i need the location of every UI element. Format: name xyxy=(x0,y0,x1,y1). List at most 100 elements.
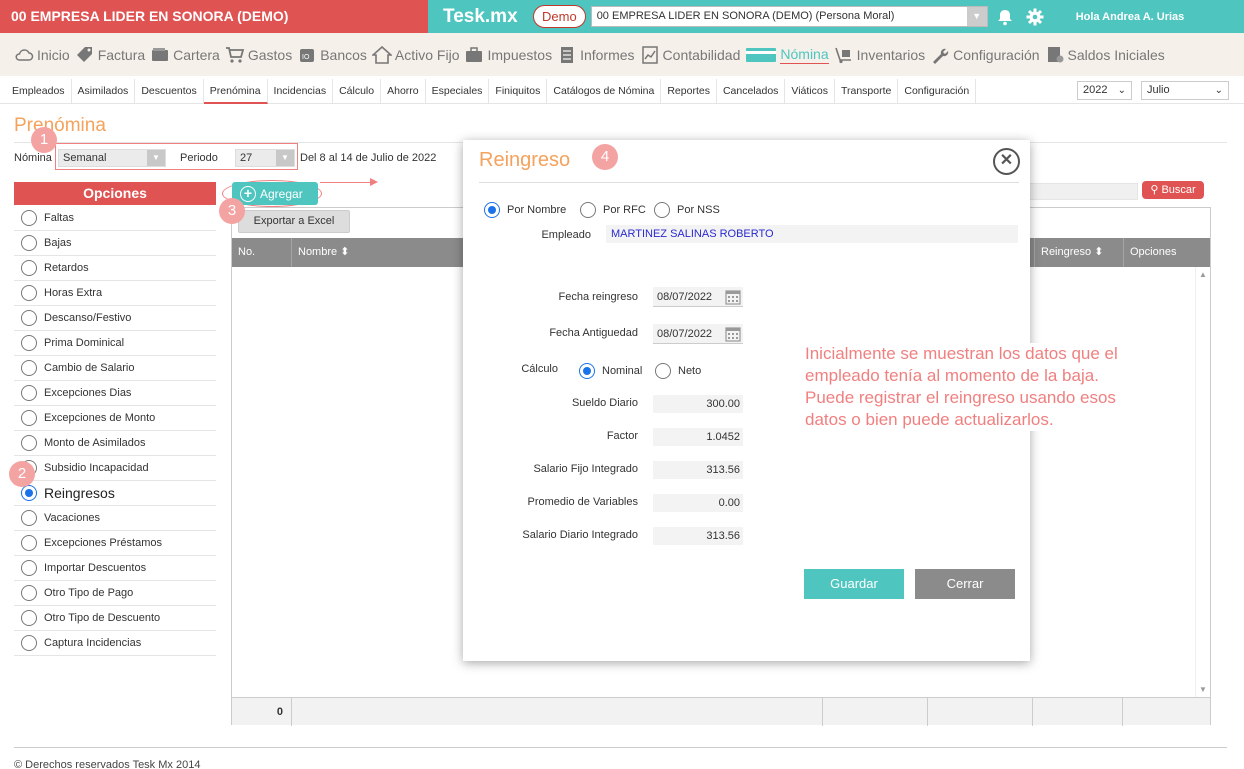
tab-viaticos[interactable]: Viáticos xyxy=(785,78,835,104)
calculo-neto[interactable]: Neto xyxy=(655,363,701,379)
menu-cartera[interactable]: Cartera xyxy=(150,40,220,70)
option-item[interactable]: Retardos xyxy=(14,256,216,281)
option-item[interactable]: Horas Extra xyxy=(14,281,216,306)
option-item[interactable]: Reingresos xyxy=(14,481,216,506)
option-item[interactable]: Subsidio Incapacidad xyxy=(14,456,216,481)
column-nombre[interactable]: Nombre ⬍ xyxy=(292,238,464,267)
radio[interactable] xyxy=(21,635,37,651)
gear-icon[interactable] xyxy=(1026,8,1044,26)
radio[interactable] xyxy=(21,260,37,276)
tab-catalogos[interactable]: Catálogos de Nómina xyxy=(547,78,662,104)
radio[interactable] xyxy=(580,202,596,218)
calendar-icon[interactable] xyxy=(725,289,741,305)
table-scrollbar[interactable]: ▲ ▼ xyxy=(1195,267,1210,697)
radio[interactable] xyxy=(654,202,670,218)
employee-field[interactable]: MARTINEZ SALINAS ROBERTO xyxy=(606,225,1018,243)
factor-field[interactable]: 1.0452 xyxy=(653,428,743,446)
menu-activo-fijo[interactable]: Activo Fijo xyxy=(371,40,459,70)
menu-bancos[interactable]: IO Bancos xyxy=(297,40,367,70)
search-by-rfc[interactable]: Por RFC xyxy=(580,202,646,218)
radio[interactable] xyxy=(21,610,37,626)
tab-finiquitos[interactable]: Finiquitos xyxy=(489,78,548,104)
radio[interactable] xyxy=(21,585,37,601)
scroll-down-icon[interactable]: ▼ xyxy=(1199,685,1207,694)
menu-nomina[interactable]: Nómina xyxy=(745,40,829,70)
month-select[interactable]: Julio ⌄ xyxy=(1141,81,1229,100)
search-by-nombre[interactable]: Por Nombre xyxy=(484,202,566,218)
column-reingreso[interactable]: Reingreso ⬍ xyxy=(1034,238,1124,267)
search-input[interactable] xyxy=(1025,183,1138,200)
sueldo-diario-field[interactable]: 300.00 xyxy=(653,395,743,413)
search-button[interactable]: ⚲ Buscar xyxy=(1142,181,1204,199)
tab-prenomina[interactable]: Prenómina xyxy=(203,78,268,104)
option-item[interactable]: Descanso/Festivo xyxy=(14,306,216,331)
cancel-button[interactable]: Cerrar xyxy=(915,569,1015,599)
menu-impuestos[interactable]: Impuestos xyxy=(464,40,552,70)
menu-inventarios[interactable]: Inventarios xyxy=(834,40,925,70)
sfi-field[interactable]: 313.56 xyxy=(653,461,743,479)
close-icon[interactable]: ✕ xyxy=(993,148,1020,175)
option-item[interactable]: Captura Incidencias xyxy=(14,631,216,656)
option-item[interactable]: Faltas xyxy=(14,206,216,231)
radio[interactable] xyxy=(21,385,37,401)
tab-configuracion[interactable]: Configuración xyxy=(898,78,977,104)
fecha-reingreso-field[interactable]: 08/07/2022 xyxy=(653,287,743,307)
save-button[interactable]: Guardar xyxy=(804,569,904,599)
radio[interactable] xyxy=(21,410,37,426)
option-item[interactable]: Excepciones Préstamos xyxy=(14,531,216,556)
option-item[interactable]: Otro Tipo de Pago xyxy=(14,581,216,606)
menu-configuracion[interactable]: Configuración xyxy=(930,40,1040,70)
option-item[interactable]: Monto de Asimilados xyxy=(14,431,216,456)
option-item[interactable]: Otro Tipo de Descuento xyxy=(14,606,216,631)
year-select[interactable]: 2022 ⌄ xyxy=(1077,81,1132,100)
radio[interactable] xyxy=(21,360,37,376)
radio[interactable] xyxy=(21,535,37,551)
tab-empleados[interactable]: Empleados xyxy=(6,78,72,104)
option-item[interactable]: Excepciones de Monto xyxy=(14,406,216,431)
radio[interactable] xyxy=(21,210,37,226)
radio[interactable] xyxy=(21,560,37,576)
promedio-field[interactable]: 0.00 xyxy=(653,494,743,512)
radio[interactable] xyxy=(21,310,37,326)
radio-selected[interactable] xyxy=(21,485,37,501)
tab-especiales[interactable]: Especiales xyxy=(426,78,490,104)
menu-saldos-iniciales[interactable]: Saldos Iniciales xyxy=(1045,40,1165,70)
menu-contabilidad[interactable]: Contabilidad xyxy=(640,40,740,70)
radio-selected[interactable] xyxy=(484,202,500,218)
calendar-icon[interactable] xyxy=(725,326,741,342)
option-item[interactable]: Importar Descuentos xyxy=(14,556,216,581)
tab-transporte[interactable]: Transporte xyxy=(835,78,899,104)
column-no[interactable]: No. xyxy=(232,238,292,267)
search-by-nss[interactable]: Por NSS xyxy=(654,202,720,218)
tab-incidencias[interactable]: Incidencias xyxy=(268,78,334,104)
sdi-field[interactable]: 313.56 xyxy=(653,527,743,545)
tab-asimilados[interactable]: Asimilados xyxy=(72,78,136,104)
tab-cancelados[interactable]: Cancelados xyxy=(717,78,786,104)
tab-reportes[interactable]: Reportes xyxy=(661,78,717,104)
option-item[interactable]: Vacaciones xyxy=(14,506,216,531)
company-select[interactable]: 00 EMPRESA LIDER EN SONORA (DEMO) (Perso… xyxy=(590,6,988,27)
option-item[interactable]: Cambio de Salario xyxy=(14,356,216,381)
scroll-up-icon[interactable]: ▲ xyxy=(1199,270,1207,279)
menu-gastos[interactable]: Gastos xyxy=(225,40,292,70)
calculo-nominal[interactable]: Nominal xyxy=(579,363,642,379)
option-item[interactable]: Prima Dominical xyxy=(14,331,216,356)
add-button[interactable]: + Agregar xyxy=(232,182,318,205)
menu-informes[interactable]: Informes xyxy=(557,40,635,70)
radio[interactable] xyxy=(21,510,37,526)
radio[interactable] xyxy=(21,285,37,301)
radio-selected[interactable] xyxy=(579,363,595,379)
option-item[interactable]: Excepciones Dias xyxy=(14,381,216,406)
menu-inicio[interactable]: Inicio xyxy=(14,40,70,70)
user-greeting[interactable]: Hola Andrea A. Urias xyxy=(1076,11,1185,23)
tab-calculo[interactable]: Cálculo xyxy=(333,78,382,104)
tab-ahorro[interactable]: Ahorro xyxy=(381,78,426,104)
radio[interactable] xyxy=(21,335,37,351)
option-item[interactable]: Bajas xyxy=(14,231,216,256)
bell-icon[interactable] xyxy=(996,8,1014,26)
radio[interactable] xyxy=(21,435,37,451)
radio[interactable] xyxy=(21,235,37,251)
tab-descuentos[interactable]: Descuentos xyxy=(135,78,204,104)
menu-factura[interactable]: Factura xyxy=(75,40,145,70)
radio[interactable] xyxy=(655,363,671,379)
